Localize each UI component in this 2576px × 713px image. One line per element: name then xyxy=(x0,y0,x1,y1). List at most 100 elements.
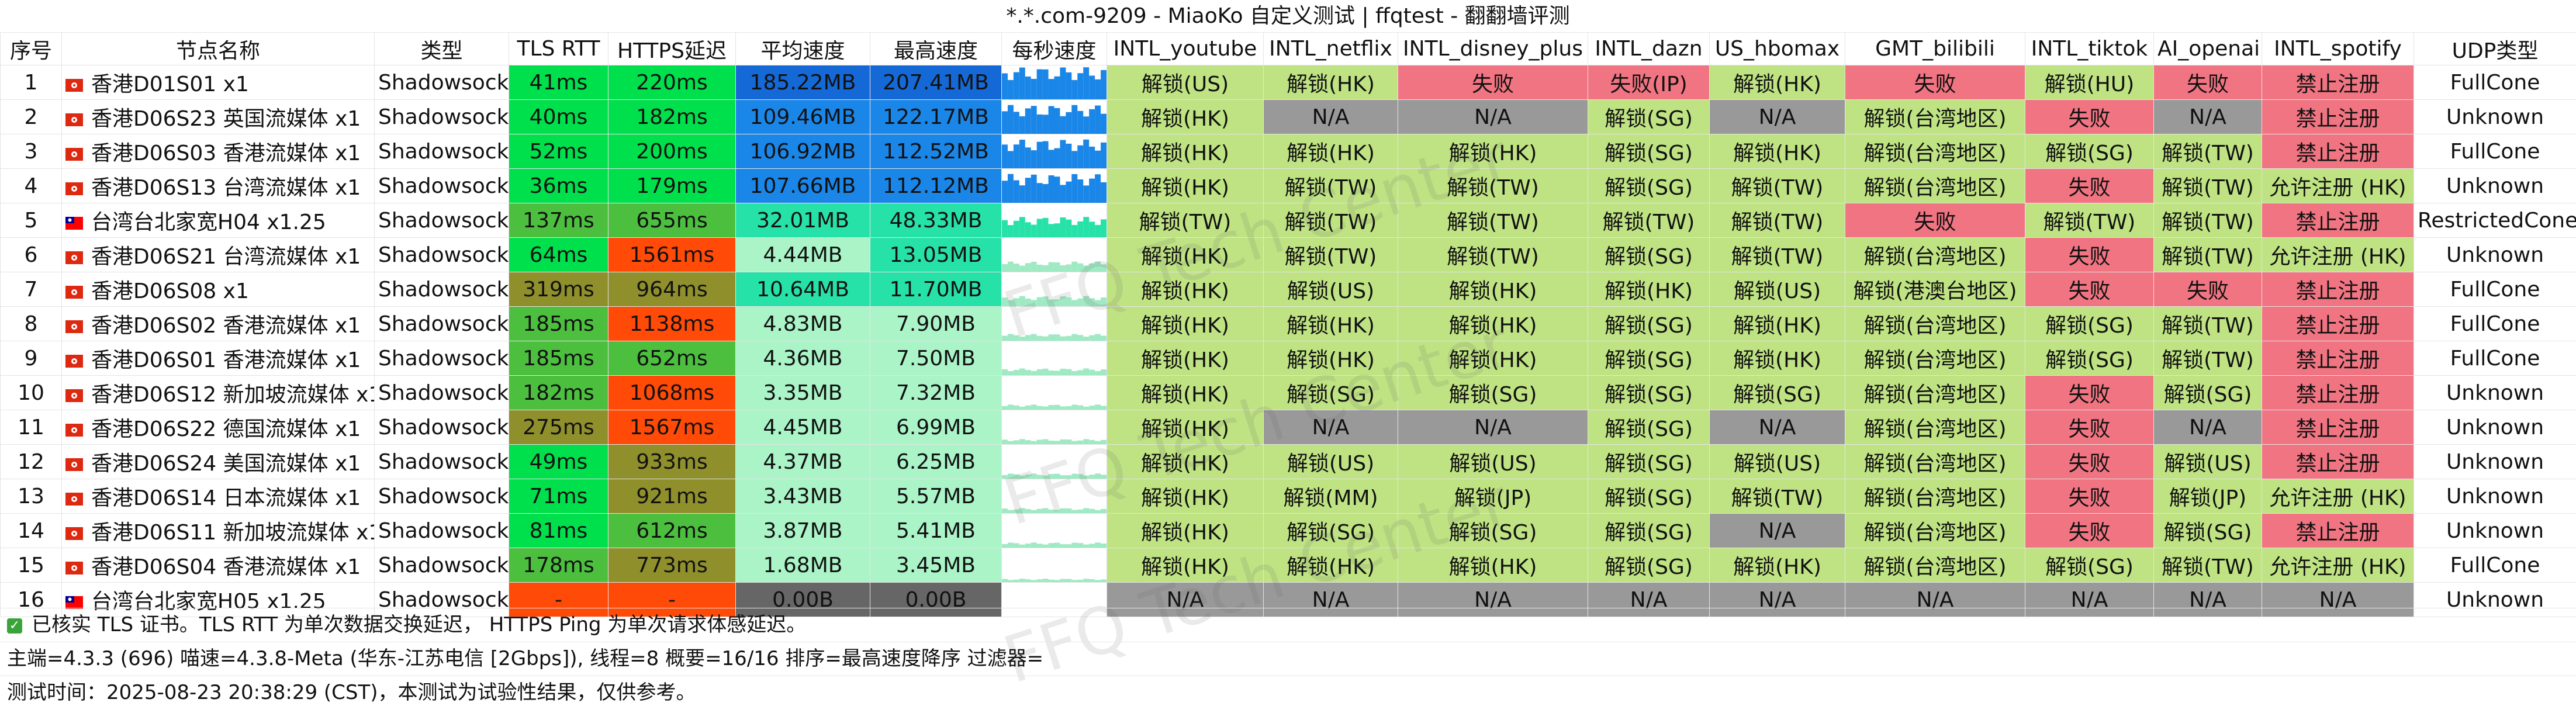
max-speed: 7.50MB xyxy=(870,341,1002,376)
unlock-youtube: 解锁(HK) xyxy=(1107,479,1264,514)
sparkline-bar xyxy=(1025,178,1031,203)
avg-speed: 4.45MB xyxy=(735,410,870,445)
sparkline-bar xyxy=(1060,265,1066,272)
sparkline-bar xyxy=(1060,185,1066,203)
sparkline-bar xyxy=(1054,580,1060,582)
unlock-tiktok: 解锁(HU) xyxy=(2025,65,2154,100)
sparkline-bar xyxy=(1025,405,1031,410)
unlock-openai: 解锁(JP) xyxy=(2153,479,2262,514)
sparkline-bar xyxy=(1042,115,1049,134)
column-header: TLS RTT xyxy=(509,32,608,65)
sparkline-bar xyxy=(1002,475,1008,479)
sparkline-bar xyxy=(1019,337,1025,341)
sparkline-bar xyxy=(1101,297,1107,306)
sparkline-bar xyxy=(1036,264,1043,272)
sparkline-bar xyxy=(1019,475,1025,479)
sparkline-bar xyxy=(1077,221,1084,237)
https-latency: 179ms xyxy=(608,168,736,203)
sparkline-bar xyxy=(1077,474,1084,479)
sparkline-bar xyxy=(1002,406,1008,410)
unlock-youtube: 解锁(HK) xyxy=(1107,168,1264,203)
sparkline-bar xyxy=(1054,76,1060,99)
sparkline-bar xyxy=(1042,475,1049,479)
sparkline-bar xyxy=(1048,262,1054,272)
sparkline-bar xyxy=(1089,146,1095,168)
sparkline-bar xyxy=(1048,509,1054,513)
sparkline-bar xyxy=(1101,264,1107,272)
unlock-tiktok: 解锁(SG) xyxy=(2025,306,2154,341)
per-second-speed xyxy=(1001,341,1107,376)
speed-sparkline xyxy=(1002,261,1107,272)
hongkong-flag-icon xyxy=(65,562,83,574)
sparkline-bar xyxy=(1060,140,1066,168)
max-speed: 48.33MB xyxy=(870,203,1002,238)
unlock-tiktok: 解锁(TW) xyxy=(2025,203,2154,238)
tls-rtt: 52ms xyxy=(509,134,608,169)
sparkline-bar xyxy=(1025,222,1031,237)
speed-sparkline xyxy=(1002,334,1107,341)
https-latency: 200ms xyxy=(608,134,736,169)
unlock-dazn: 解锁(SG) xyxy=(1588,479,1710,514)
sparkline-bar xyxy=(1095,404,1101,410)
footer: ✓ 已核实 TLS 证书。TLS RTT 为单次数据交换延迟， HTTPS Pin… xyxy=(0,608,2576,709)
unlock-bilibili: 解锁(台湾地区) xyxy=(1845,548,2025,583)
unlock-netflix: 解锁(HK) xyxy=(1263,306,1398,341)
sparkline-bar xyxy=(1002,73,1008,99)
footer-env: 主端=4.3.3 (696) 喵速=4.3.8-Meta (华东-江苏电信 [2… xyxy=(0,642,2576,676)
sparkline-bar xyxy=(1019,508,1025,513)
speed-sparkline xyxy=(1002,105,1107,134)
sparkline-bar xyxy=(1013,474,1019,479)
sparkline-bar xyxy=(1042,141,1049,168)
sparkline-bar xyxy=(1101,544,1107,548)
unlock-spotify: 允许注册 (HK) xyxy=(2262,548,2414,583)
unlock-dazn: 解锁(SG) xyxy=(1588,513,1710,548)
speed-sparkline xyxy=(1002,439,1107,444)
sparkline-bar xyxy=(1031,261,1037,272)
row-index: 2 xyxy=(0,99,62,134)
sparkline-bar xyxy=(1048,79,1054,99)
node-type: Shadowsocks xyxy=(374,237,509,272)
sparkline-bar xyxy=(1089,439,1095,444)
https-latency: 1068ms xyxy=(608,375,736,410)
avg-speed: 3.35MB xyxy=(735,375,870,410)
tls-rtt: 178ms xyxy=(509,548,608,583)
udp-type: RestrictedCone xyxy=(2414,203,2576,238)
unlock-dazn: 解锁(SG) xyxy=(1588,410,1710,445)
column-header: INTL_youtube xyxy=(1107,32,1264,65)
footer-line1: 已核实 TLS 证书。TLS RTT 为单次数据交换延迟， HTTPS Ping… xyxy=(32,613,807,636)
sparkline-bar xyxy=(1071,174,1078,203)
unlock-spotify: 禁止注册 xyxy=(2262,272,2414,307)
sparkline-bar xyxy=(1048,543,1054,548)
hongkong-flag-icon xyxy=(65,424,83,437)
sparkline-bar xyxy=(1071,334,1078,341)
speed-sparkline xyxy=(1002,67,1107,99)
sparkline-bar xyxy=(1031,106,1037,134)
sparkline-bar xyxy=(1077,73,1084,99)
avg-speed: 1.68MB xyxy=(735,548,870,583)
udp-type: FullCone xyxy=(2414,65,2576,100)
sparkline-bar xyxy=(1013,220,1019,237)
sparkline-bar xyxy=(1083,508,1090,513)
taiwan-flag-icon xyxy=(65,596,83,609)
sparkline-bar xyxy=(1025,440,1031,444)
udp-type: Unknown xyxy=(2414,375,2576,410)
table-row: 15 香港D06S04 香港流媒体 x1 Shadowsocks 178ms 773ms… xyxy=(0,548,2576,583)
unlock-openai: 解锁(US) xyxy=(2153,444,2262,479)
udp-type: Unknown xyxy=(2414,513,2576,548)
unlock-youtube: 解锁(HK) xyxy=(1107,99,1264,134)
unlock-dazn: 解锁(SG) xyxy=(1588,134,1710,169)
node-name: 香港D06S12 新加坡流媒体 x1 xyxy=(61,375,375,410)
row-index: 11 xyxy=(0,410,62,445)
unlock-spotify: 禁止注册 xyxy=(2262,306,2414,341)
sparkline-bar xyxy=(1042,439,1049,444)
sparkline-bar xyxy=(1101,369,1107,375)
unlock-tiktok: 失败 xyxy=(2025,375,2154,410)
node-name-label: 香港D06S23 英国流媒体 x1 xyxy=(91,107,361,131)
sparkline-bar xyxy=(1048,371,1054,375)
sparkline-bar xyxy=(1066,143,1072,168)
per-second-speed xyxy=(1001,513,1107,548)
udp-type: FullCone xyxy=(2414,134,2576,169)
sparkline-bar xyxy=(1036,475,1043,479)
unlock-dazn: 解锁(SG) xyxy=(1588,444,1710,479)
unlock-dazn: 解锁(HK) xyxy=(1588,272,1710,307)
